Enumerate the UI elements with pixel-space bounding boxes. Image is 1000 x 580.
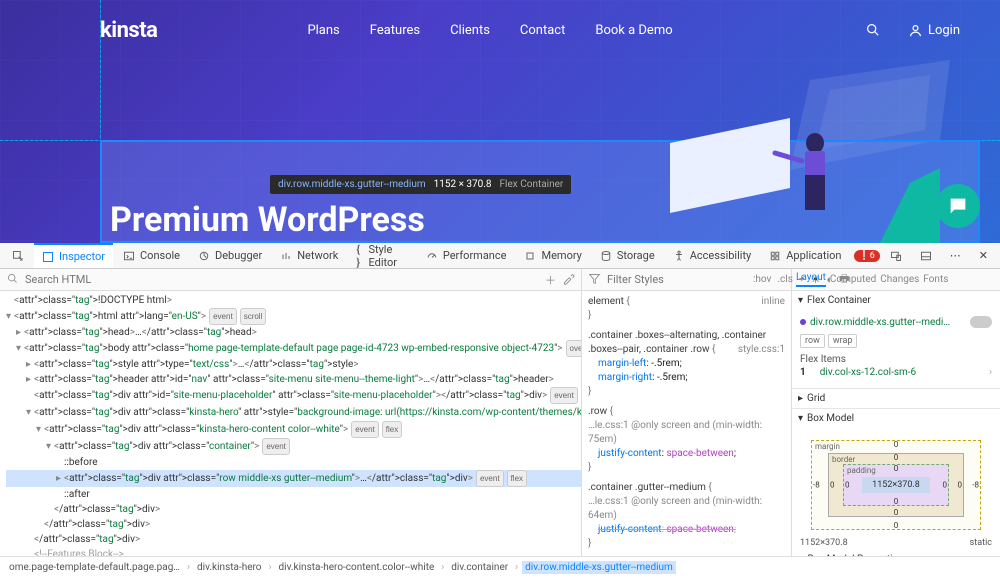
devtools-tabs: Inspector Console Debugger Network { }St…: [0, 243, 1000, 269]
site-nav: kinsta Plans Features Clients Contact Bo…: [0, 0, 1000, 61]
site-logo[interactable]: kinsta: [100, 18, 157, 43]
boxmodel-header[interactable]: ▾Box Model: [792, 409, 1000, 428]
cls-toggle[interactable]: .cls: [777, 274, 792, 285]
search-icon: [6, 272, 19, 288]
nav-links: Plans Features Clients Contact Book a De…: [307, 23, 672, 38]
changes-tab[interactable]: Changes: [880, 274, 919, 285]
chip-wrap[interactable]: wrap: [828, 334, 858, 348]
filter-icon: [588, 272, 601, 288]
box-model-diagram[interactable]: margin 00-8-8 border 0000 padding 0000 1…: [811, 440, 981, 530]
add-node-icon[interactable]: ＋: [545, 272, 556, 288]
search-icon[interactable]: [866, 21, 879, 40]
styles-pane[interactable]: element {inline}.container .boxes--alter…: [582, 291, 792, 556]
filter-styles-input[interactable]: [607, 273, 747, 286]
flex-item[interactable]: div.col-xs-12.col-sm-6: [820, 367, 916, 378]
hov-toggle[interactable]: :hov: [753, 274, 771, 285]
tab-console[interactable]: Console: [115, 243, 188, 268]
flex-container-sel[interactable]: div.row.middle-xs.gutter--medi…: [810, 317, 950, 328]
html-tree[interactable]: <attr">class="tag">!DOCTYPE html>▾<attr"…: [0, 291, 582, 556]
devtools: Inspector Console Debugger Network { }St…: [0, 243, 1000, 578]
tab-memory[interactable]: Memory: [516, 243, 589, 268]
grid-header[interactable]: ▸Grid: [792, 389, 1000, 408]
tab-application[interactable]: Application: [761, 243, 849, 268]
more-icon[interactable]: ⋯: [942, 243, 969, 268]
nav-plans[interactable]: Plans: [307, 23, 339, 38]
flex-overlay-toggle[interactable]: [970, 316, 992, 328]
bm-props-header[interactable]: ▾ Box Model Properties: [800, 554, 992, 556]
tab-accessibility[interactable]: Accessibility: [665, 243, 760, 268]
flex-container-header[interactable]: ▾Flex Container: [792, 291, 1000, 310]
login-link[interactable]: Login: [909, 23, 960, 38]
hero-illustration: [660, 113, 940, 243]
search-html-input[interactable]: [25, 273, 539, 286]
eyedropper-icon[interactable]: [562, 272, 575, 288]
responsive-icon[interactable]: [882, 243, 910, 268]
tab-style-editor[interactable]: { }Style Editor: [348, 243, 416, 268]
fonts-tab[interactable]: Fonts: [923, 274, 948, 285]
tab-inspector[interactable]: Inspector: [34, 243, 113, 268]
dock-icon[interactable]: [912, 243, 940, 268]
pick-element-icon[interactable]: [4, 243, 32, 268]
breadcrumb[interactable]: ome.page-template-default.page.pag…›div.…: [0, 556, 1000, 578]
layout-tab[interactable]: Layout: [796, 272, 826, 287]
tab-network[interactable]: Network: [272, 243, 346, 268]
inspected-page-preview: kinsta Plans Features Clients Contact Bo…: [0, 0, 1000, 243]
hero-heading: Premium WordPress: [110, 200, 425, 240]
tab-debugger[interactable]: Debugger: [190, 243, 270, 268]
chat-widget[interactable]: [936, 184, 980, 228]
error-count[interactable]: ❕6: [854, 250, 880, 262]
nav-clients[interactable]: Clients: [450, 23, 490, 38]
nav-contact[interactable]: Contact: [520, 23, 565, 38]
inspector-tooltip: div.row.middle-xs.gutter--medium 1152 × …: [270, 175, 571, 194]
close-icon[interactable]: ✕: [971, 243, 996, 268]
nav-features[interactable]: Features: [370, 23, 420, 38]
layout-pane: ▾Flex Container div.row.middle-xs.gutter…: [792, 291, 1000, 556]
tab-storage[interactable]: Storage: [592, 243, 663, 268]
computed-tab[interactable]: Computed: [830, 274, 876, 285]
chip-row[interactable]: row: [800, 334, 825, 348]
nav-demo[interactable]: Book a Demo: [595, 23, 672, 38]
tab-performance[interactable]: Performance: [418, 243, 515, 268]
